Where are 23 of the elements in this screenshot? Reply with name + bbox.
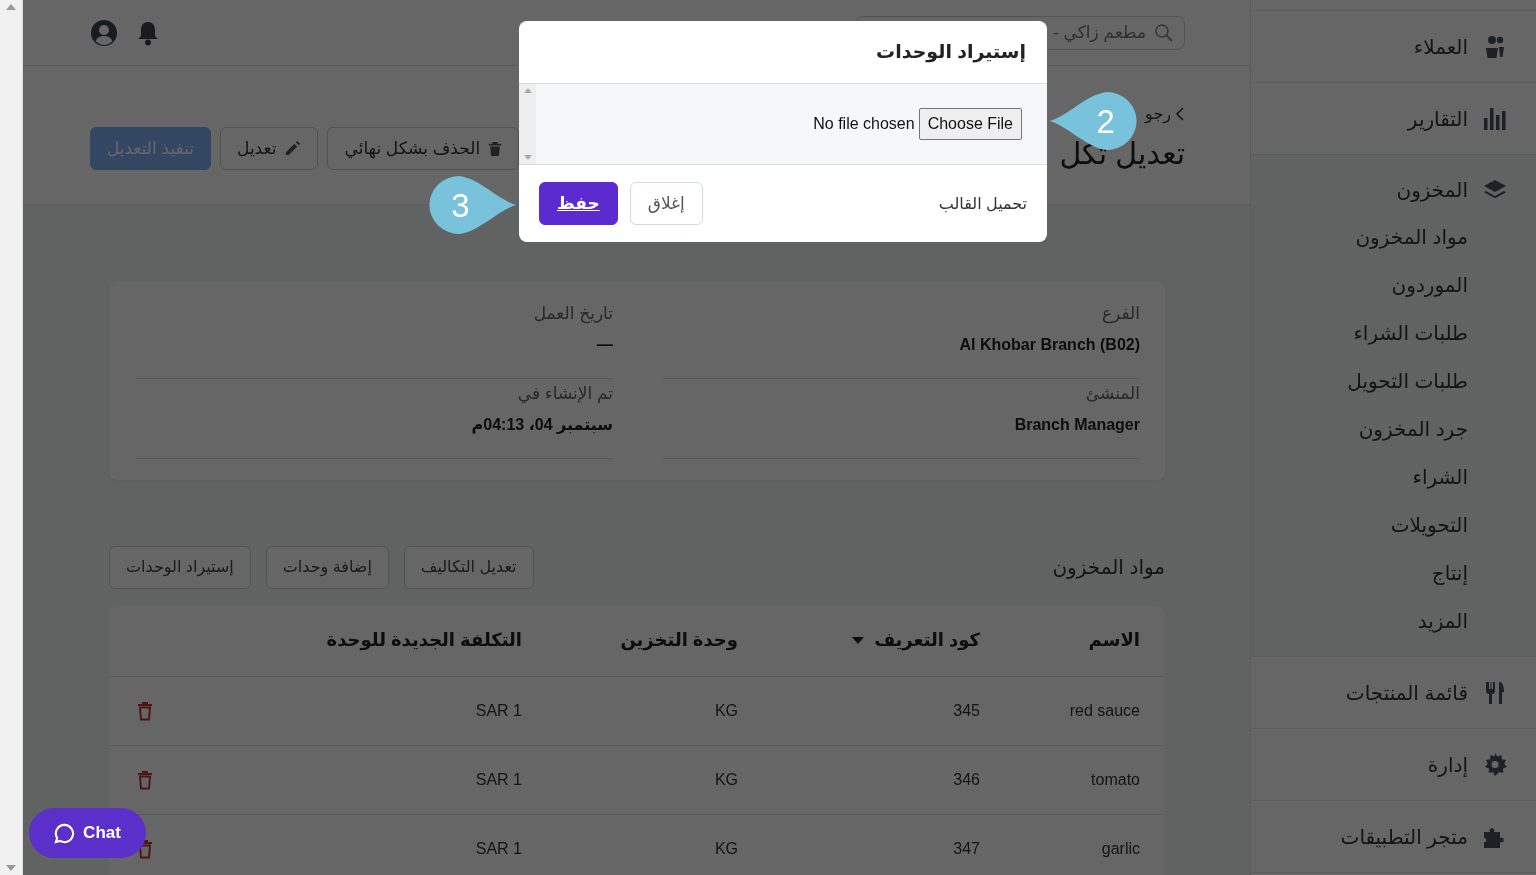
table-cell: SAR 1 <box>475 839 522 857</box>
field-label: المنشئ <box>1084 383 1140 405</box>
field-label: تم الإنشاء في <box>516 383 613 406</box>
section-title: مواد المخزون <box>1052 555 1165 581</box>
field-label: تاريخ العمل <box>532 303 613 326</box>
field-label: الفرع <box>1100 303 1140 326</box>
table-cell: 347 <box>953 839 980 857</box>
table-cell: KG <box>714 770 738 788</box>
field-value: سبتمبر 04، 04:13م <box>470 414 613 436</box>
table-cell: KG <box>714 701 738 719</box>
table-cell: KG <box>714 839 738 857</box>
field-value: — <box>596 334 613 355</box>
table-cell: garlic <box>1101 839 1140 857</box>
table-cell: red sauce <box>1069 701 1140 719</box>
table-cell: 346 <box>953 770 980 788</box>
table-cell: SAR 1 <box>475 770 522 788</box>
field-value: Branch Manager <box>1013 414 1140 435</box>
table-cell: SAR 1 <box>475 701 522 719</box>
dialog-title: إستيراد الوحدات <box>876 40 1026 64</box>
field-value: Al Khobar Branch (B02) <box>958 334 1140 355</box>
table-cell: 345 <box>953 701 980 719</box>
file-status: No file chosen <box>813 114 915 134</box>
table-cell: tomato <box>1091 770 1140 788</box>
